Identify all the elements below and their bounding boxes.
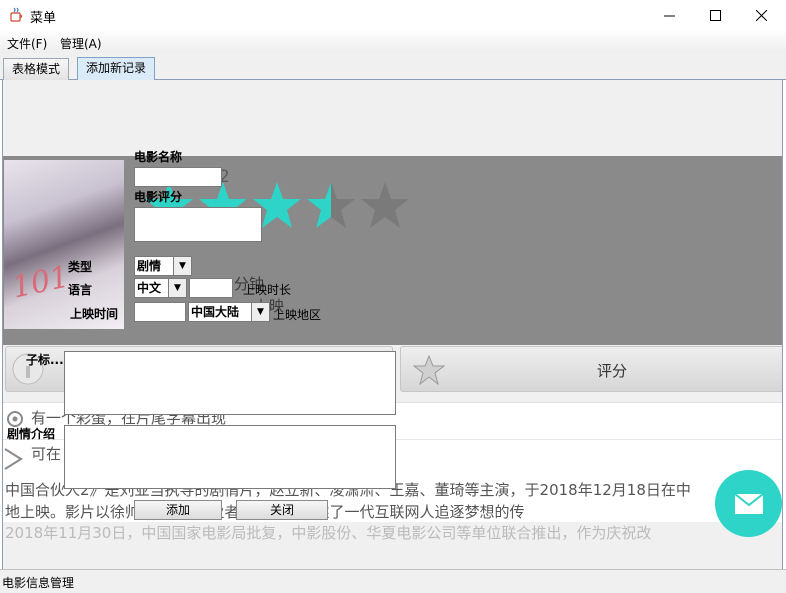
status-text: 电影信息管理	[2, 576, 75, 590]
region-select-value: 中国大陆	[191, 305, 240, 319]
close-icon	[755, 10, 767, 21]
star-half-icon	[307, 182, 355, 228]
rate-label: 评分	[597, 362, 628, 380]
rating-label: 电影评分	[134, 190, 183, 204]
minimize-button[interactable]	[646, 0, 692, 31]
star-empty-icon	[361, 182, 409, 228]
maximize-icon	[709, 10, 721, 21]
movie-name-label: 电影名称	[134, 150, 183, 164]
rate-button[interactable]: 评分	[400, 346, 782, 392]
rating-input[interactable]	[134, 207, 262, 242]
duration-input[interactable]	[189, 278, 233, 298]
type-select[interactable]: 剧情 ▼	[134, 256, 192, 276]
plot-label: 剧情介绍	[7, 427, 56, 441]
mail-fab-button[interactable]	[715, 470, 782, 537]
region-label: 上映地区	[273, 308, 322, 322]
movie-poster: 101	[4, 160, 124, 329]
star-outline-icon	[413, 355, 445, 385]
chevron-right-icon	[4, 448, 23, 470]
chevron-down-icon: ▼	[251, 303, 269, 321]
chevron-down-icon: ▼	[173, 257, 191, 275]
type-label: 类型	[68, 260, 93, 274]
duration-label: 上映时长	[243, 283, 292, 297]
plot-textarea[interactable]	[64, 425, 396, 489]
subtitle-label: 子标...	[26, 353, 64, 367]
maximize-button[interactable]	[692, 0, 738, 31]
mail-icon	[733, 492, 764, 514]
type-select-value: 剧情	[137, 259, 162, 273]
menu-bar: 文件(F) 管理(A)	[0, 31, 786, 53]
movie-name-input[interactable]	[134, 167, 222, 187]
release-time-label: 上映时间	[70, 307, 119, 321]
java-cup-icon	[10, 7, 23, 22]
status-bar: 电影信息管理	[0, 569, 786, 593]
title-bar: 菜单	[0, 0, 786, 31]
ghost-available: 可在	[31, 445, 62, 463]
poster-title-art: 101	[8, 259, 73, 306]
menu-file[interactable]: 文件(F)	[7, 35, 47, 52]
close-window-button[interactable]	[738, 0, 784, 31]
language-label: 语言	[68, 283, 93, 297]
add-record-panel: 101 中国合伙人2 分钟 上映 评分 有一个彩蛋，在片尾字幕出现 可在 中国合…	[2, 80, 783, 569]
ghost-paragraph-3: 2018年11月30日，中国国家电影局批复，中影股份、华夏电影公司等单位联合推出…	[5, 524, 652, 542]
language-select[interactable]: 中文 ▼	[134, 278, 187, 298]
chevron-down-icon: ▼	[168, 279, 186, 297]
close-button[interactable]: 关闭	[236, 500, 328, 520]
add-button[interactable]: 添加	[134, 500, 222, 520]
tab-add-record[interactable]: 添加新记录	[77, 57, 156, 81]
tab-strip: 表格模式 添加新记录	[0, 53, 786, 81]
menu-manage[interactable]: 管理(A)	[60, 35, 102, 52]
subtitle-textarea[interactable]	[64, 351, 396, 415]
region-select[interactable]: 中国大陆 ▼	[188, 302, 270, 322]
release-time-input[interactable]	[134, 302, 186, 322]
minimize-icon	[663, 15, 675, 17]
language-select-value: 中文	[137, 281, 162, 295]
tab-table-mode[interactable]: 表格模式	[3, 58, 70, 80]
window-title: 菜单	[30, 11, 57, 26]
